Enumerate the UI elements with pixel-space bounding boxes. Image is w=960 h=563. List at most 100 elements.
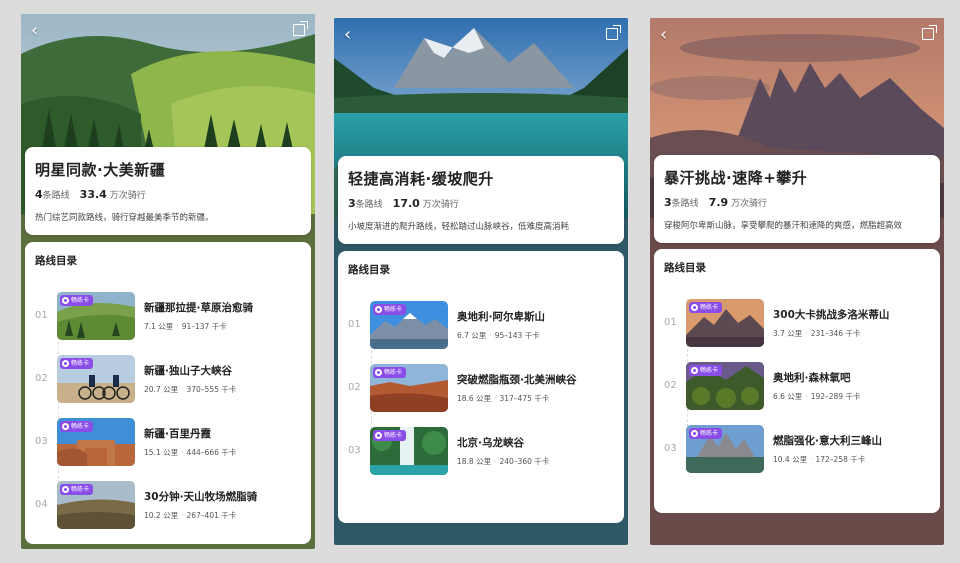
card-badge-icon (691, 366, 698, 374)
badge-label: 畅练卡 (71, 359, 90, 367)
ride-count-unit: 万次骑行 (731, 199, 768, 209)
route-item[interactable]: 01 畅练卡 奥地利·阿尔卑斯山 6.7 公里 · 95–143 千卡 (348, 293, 614, 356)
route-name: 北京·乌龙峡谷 (457, 436, 524, 449)
badge-label: 畅练卡 (71, 296, 90, 304)
route-meta: 18.8 公里 · 240–360 千卡 (457, 456, 550, 466)
route-distance: 15.1 公里 (144, 447, 179, 457)
training-card-badge: 畅练卡 (373, 429, 407, 441)
route-item[interactable]: 01 畅练卡 300大卡挑战多洛米蒂山 3.7 公里 · 231–346 千卡 (664, 291, 930, 354)
route-meta: 18.6 公里 · 317–475 千卡 (457, 393, 550, 403)
badge-label: 畅练卡 (384, 368, 403, 376)
route-count-unit: 条路线 (671, 199, 699, 209)
card-badge-icon (691, 303, 698, 311)
route-count: 4 (35, 188, 43, 201)
route-calories: 95–143 千卡 (494, 330, 540, 340)
badge-label: 畅练卡 (71, 485, 90, 493)
route-distance: 7.1 公里 (144, 321, 174, 331)
route-meta: 6.6 公里 · 192–289 千卡 (773, 391, 861, 401)
badge-label: 畅练卡 (384, 305, 403, 313)
route-name: 奥地利·阿尔卑斯山 (457, 310, 545, 323)
route-thumbnail: 畅练卡 (57, 291, 135, 340)
route-thumbnail: 畅练卡 (370, 426, 448, 475)
route-catalog-title: 路线目录 (348, 264, 390, 276)
route-index: 01 (664, 317, 677, 328)
route-thumbnail: 畅练卡 (686, 424, 764, 473)
back-chevron-icon[interactable]: ‹ (660, 26, 667, 44)
route-catalog-title: 路线目录 (664, 262, 706, 274)
route-index: 03 (35, 436, 48, 447)
route-index: 01 (348, 319, 361, 330)
ride-count-unit: 万次骑行 (109, 191, 146, 201)
route-meta: 10.2 公里 · 267–401 千卡 (144, 510, 237, 520)
route-count-unit: 条路线 (42, 191, 70, 201)
card-badge-icon (62, 359, 69, 367)
route-thumbnail: 畅练卡 (57, 417, 135, 466)
route-item[interactable]: 03 畅练卡 新疆·百里丹霞 15.1 公里 · 444–666 千卡 (35, 410, 301, 473)
route-index: 02 (664, 380, 677, 391)
collection-info-card: 明星同款·大美新疆 4条路线 33.4 万次骑行 热门综艺同款路线，骑行穿越最美季… (25, 147, 311, 235)
route-index: 02 (35, 373, 48, 384)
route-item[interactable]: 02 畅练卡 奥地利·森林氧吧 6.6 公里 · 192–289 千卡 (664, 354, 930, 417)
route-distance: 20.7 公里 (144, 384, 179, 394)
route-meta: 15.1 公里 · 444–666 千卡 (144, 447, 237, 457)
route-calories: 267–401 千卡 (186, 510, 237, 520)
route-index: 02 (348, 382, 361, 393)
route-item[interactable]: 01 畅练卡 新疆那拉提·草原治愈骑 7.1 公里 · 91–137 千卡 (35, 284, 301, 347)
card-badge-icon (62, 422, 69, 430)
route-meta: 3.7 公里 · 231–346 千卡 (773, 328, 861, 338)
route-catalog: 路线目录 01 畅练卡 新疆那拉提·草原治愈骑 7.1 公里 · 91–137 千卡… (25, 242, 311, 544)
collection-title: 明星同款·大美新疆 (35, 161, 166, 179)
route-item[interactable]: 03 畅练卡 燃脂强化·意大利三峰山 10.4 公里 · 172–258 千卡 (664, 417, 930, 480)
route-index: 04 (35, 499, 48, 510)
route-thumbnail: 畅练卡 (57, 354, 135, 403)
route-distance: 10.4 公里 (773, 454, 808, 464)
route-catalog: 路线目录 01 畅练卡 300大卡挑战多洛米蒂山 3.7 公里 · 231–346 … (654, 249, 940, 513)
route-calories: 240–360 千卡 (499, 456, 550, 466)
route-meta: 20.7 公里 · 370–555 千卡 (144, 384, 237, 394)
collection-description: 小坡度渐进的爬升路线，轻松踏过山脉峡谷，低难度高消耗 (348, 222, 570, 232)
collection-screen-climb: ‹ 轻捷高消耗·缓坡爬升 3条路线 17.0 万次骑行 小坡度渐进的爬升路线，轻松… (334, 18, 628, 545)
route-distance: 6.6 公里 (773, 391, 803, 401)
route-thumbnail: 畅练卡 (686, 361, 764, 410)
back-chevron-icon[interactable]: ‹ (344, 26, 351, 44)
route-calories: 444–666 千卡 (186, 447, 237, 457)
route-item[interactable]: 04 畅练卡 30分钟·天山牧场燃脂骑 10.2 公里 · 267–401 千卡 (35, 473, 301, 536)
route-list: 01 畅练卡 300大卡挑战多洛米蒂山 3.7 公里 · 231–346 千卡 02… (664, 291, 930, 480)
training-card-badge: 畅练卡 (373, 303, 407, 315)
ride-count: 7.9 (708, 196, 729, 209)
back-chevron-icon[interactable]: ‹ (31, 22, 38, 40)
route-item[interactable]: 02 畅练卡 突破燃脂瓶颈·北美洲峡谷 18.6 公里 · 317–475 千卡 (348, 356, 614, 419)
collection-screen-xinjiang: ‹ 明星同款·大美新疆 4条路线 33.4 万次骑行 热门综艺同款路线，骑行穿越最… (21, 14, 315, 549)
card-badge-icon (375, 305, 382, 313)
share-icon[interactable] (606, 25, 621, 44)
route-name: 新疆那拉提·草原治愈骑 (144, 301, 253, 314)
route-catalog-title: 路线目录 (35, 255, 77, 267)
route-thumbnail: 畅练卡 (370, 363, 448, 412)
route-meta: 10.4 公里 · 172–258 千卡 (773, 454, 866, 464)
route-name: 突破燃脂瓶颈·北美洲峡谷 (457, 373, 577, 386)
training-card-badge: 畅练卡 (60, 357, 94, 369)
route-name: 30分钟·天山牧场燃脂骑 (144, 490, 258, 503)
collection-description: 穿梭阿尔卑斯山脉，享受攀爬的暴汗和速降的爽感，燃脂超高效 (664, 221, 903, 231)
route-index: 03 (348, 445, 361, 456)
route-thumbnail: 畅练卡 (370, 300, 448, 349)
training-card-badge: 畅练卡 (689, 301, 723, 313)
training-card-badge: 畅练卡 (689, 364, 723, 376)
card-badge-icon (375, 368, 382, 376)
route-distance: 18.6 公里 (457, 393, 492, 403)
route-name: 奥地利·森林氧吧 (773, 371, 851, 384)
route-item[interactable]: 02 畅练卡 新疆·独山子大峡谷 20.7 公里 · 370–555 千卡 (35, 347, 301, 410)
route-calories: 231–346 千卡 (810, 328, 861, 338)
route-item[interactable]: 03 畅练卡 北京·乌龙峡谷 18.8 公里 · 240–360 千卡 (348, 419, 614, 482)
route-calories: 317–475 千卡 (499, 393, 550, 403)
share-icon[interactable] (922, 25, 937, 44)
card-badge-icon (62, 296, 69, 304)
route-distance: 6.7 公里 (457, 330, 487, 340)
card-badge-icon (375, 431, 382, 439)
share-icon[interactable] (293, 21, 308, 40)
route-name: 燃脂强化·意大利三峰山 (773, 434, 882, 447)
route-meta: 7.1 公里 · 91–137 千卡 (144, 321, 227, 331)
training-card-badge: 畅练卡 (60, 420, 94, 432)
route-count-unit: 条路线 (355, 200, 383, 210)
route-count: 3 (348, 197, 356, 210)
